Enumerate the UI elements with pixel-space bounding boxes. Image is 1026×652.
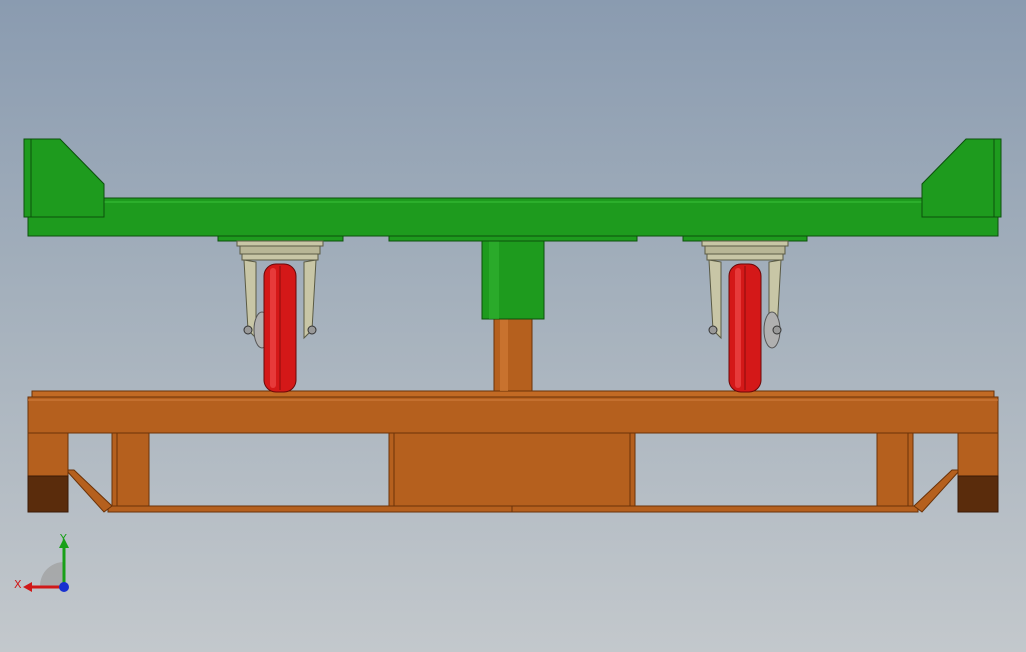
center-shaft [493, 317, 533, 392]
left-foot-pad [27, 475, 69, 513]
left-end-leg [27, 432, 69, 477]
left-diagonal-brace [64, 469, 113, 513]
cad-graphics-viewport[interactable]: Y X [0, 0, 1026, 652]
center-mount-plate [388, 235, 638, 242]
top-frame[interactable] [23, 138, 1002, 242]
left-mount-plate [217, 235, 344, 242]
left-inner-post [111, 432, 150, 507]
orientation-triad[interactable]: Y X [10, 530, 80, 600]
left-end-bracket [23, 138, 105, 218]
right-diagonal-brace [913, 469, 962, 513]
assembly-model-view[interactable] [0, 0, 1026, 652]
top-main-beam [27, 197, 999, 237]
right-axle-nut [772, 325, 782, 335]
right-caster-wheel[interactable] [701, 240, 789, 393]
center-column[interactable] [481, 239, 545, 392]
base-bottom-rail [107, 505, 919, 513]
right-axle-nut [307, 325, 317, 335]
left-axle-nut [243, 325, 253, 335]
right-mount-plate [682, 235, 808, 242]
z-axis-dot [59, 582, 69, 592]
base-top-plate [31, 390, 995, 398]
x-axis-label: X [14, 578, 22, 591]
left-caster-wheel[interactable] [236, 240, 324, 393]
base-main-beam [27, 396, 999, 434]
base-frame[interactable] [27, 390, 999, 513]
base-center-block [388, 432, 636, 507]
y-axis-label: Y [59, 532, 67, 545]
right-foot-pad [957, 475, 999, 513]
left-axle-nut [708, 325, 718, 335]
triad-plane-indicator [40, 562, 64, 586]
right-end-leg [957, 432, 999, 477]
right-end-bracket [921, 138, 1002, 218]
